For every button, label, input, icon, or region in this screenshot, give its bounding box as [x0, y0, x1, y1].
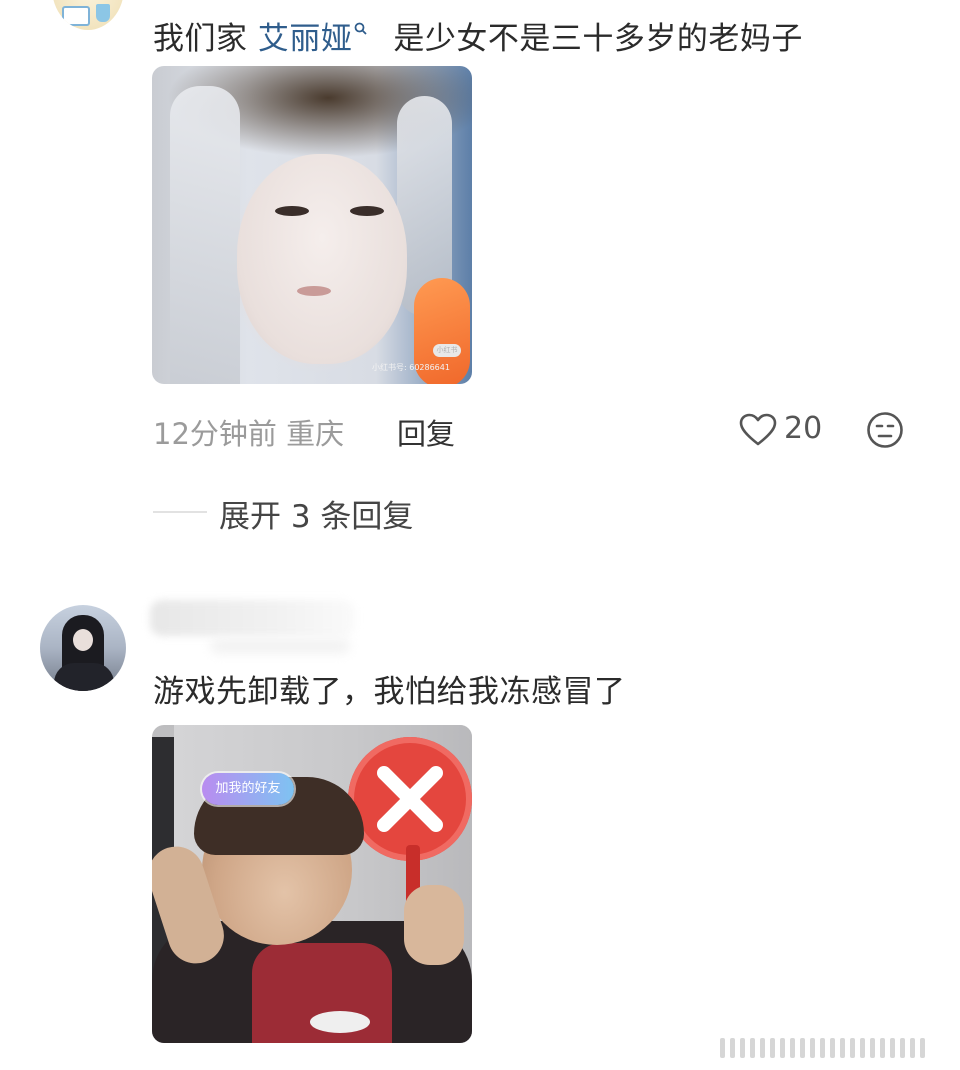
- image-watermark-bars: [720, 1038, 925, 1058]
- comment-text-suffix: 是少女不是三十多岁的老妈子: [393, 21, 803, 57]
- comment-text: 我们家 艾丽娅 是少女不是三十多岁的老妈子: [153, 7, 803, 58]
- image-eye-left: [275, 206, 309, 216]
- image-eye-right: [350, 206, 384, 216]
- image-hair-left: [170, 86, 240, 384]
- username-redacted-tail: [210, 638, 350, 654]
- comment-image[interactable]: 加我的好友: [152, 725, 472, 1043]
- mention-link[interactable]: 艾丽娅: [258, 21, 353, 57]
- comment-meta: 12分钟前 重庆: [153, 411, 344, 453]
- expand-divider: [153, 511, 207, 513]
- heart-icon[interactable]: [739, 413, 777, 451]
- avatar-cup-graphic: [96, 4, 110, 22]
- comment-text-prefix: 我们家: [153, 21, 248, 57]
- reply-button[interactable]: 回复: [397, 411, 455, 453]
- image-face: [237, 154, 407, 364]
- expand-replies-button[interactable]: 展开 3 条回复: [219, 491, 413, 536]
- like-count: 20: [784, 411, 823, 446]
- image-watermark-badge: 小红书: [433, 344, 461, 357]
- search-icon[interactable]: [354, 7, 367, 43]
- commenter-avatar[interactable]: [40, 605, 126, 691]
- image-no-sign: [348, 737, 472, 861]
- commenter-avatar[interactable]: [52, 0, 124, 30]
- image-person-hand: [404, 885, 464, 965]
- image-sticker-badge: 加我的好友: [202, 773, 294, 805]
- comment-image[interactable]: 小红书 小红书号: 60286641: [152, 66, 472, 384]
- avatar-face-graphic: [73, 629, 93, 651]
- emoji-face-icon[interactable]: [866, 411, 904, 453]
- image-plate: [310, 1011, 370, 1033]
- comment-location: 重庆: [286, 417, 345, 451]
- username-redacted[interactable]: [150, 600, 355, 636]
- image-watermark-text: 小红书号: 60286641: [372, 363, 450, 372]
- avatar-book-graphic: [62, 6, 90, 26]
- image-mouth: [297, 286, 331, 296]
- comment-text: 游戏先卸载了，我怕给我冻感冒了: [153, 674, 626, 710]
- avatar-body-graphic: [54, 663, 114, 691]
- comment-time: 12分钟前: [153, 417, 277, 451]
